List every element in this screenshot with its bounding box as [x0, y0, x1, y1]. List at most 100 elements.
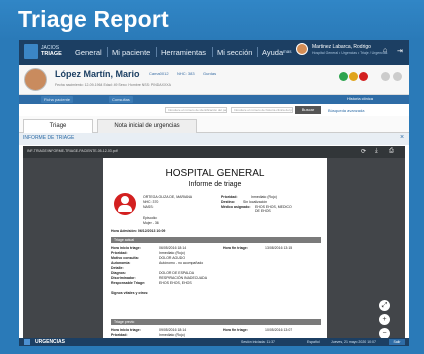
inicio-value: 06/05/2016 18:14: [159, 246, 187, 250]
nav-divider: [212, 47, 213, 57]
patient-name: López Martín, Mario: [55, 69, 140, 79]
status-dot-green[interactable]: [339, 72, 348, 81]
triage-previo-band: Triage previo: [111, 319, 321, 325]
user-avatar[interactable]: [296, 43, 308, 55]
medico-label: Médico asignado:: [221, 205, 251, 209]
responsable-value: EHOS EHOS, EHOS: [159, 281, 192, 285]
nhc-search-input[interactable]: Introduce el número de historia clínica …: [231, 107, 293, 113]
prioridad-value: Inmediato (Rojo): [251, 195, 277, 199]
close-icon[interactable]: ×: [400, 134, 404, 141]
motivo-value: DOLOR AGUDO: [159, 256, 186, 260]
status-dot-amber[interactable]: [349, 72, 358, 81]
nav-more[interactable]: mas: [283, 49, 292, 54]
doc-age: Mujer - 36: [143, 221, 159, 225]
session-time: Sesión iniciada: 11:37: [241, 340, 275, 344]
tab-triage[interactable]: Triage: [23, 119, 93, 133]
patient-avatar: [24, 68, 47, 91]
home-icon[interactable]: ⌂: [383, 47, 387, 54]
print-icon[interactable]: [393, 72, 402, 81]
nav-mi-paciente[interactable]: Mi paciente: [112, 48, 150, 57]
nav-divider: [107, 47, 108, 57]
pdf-viewer: INF-TRIAGE/INFORME-TRIAGE-PACIENTE-05-12…: [23, 146, 405, 339]
patient-demographics: Fecha nacimiento: 12-09-1964 Edad: 49 Se…: [55, 83, 171, 87]
historia-clinica-link[interactable]: Historia clínica: [347, 96, 373, 103]
nav-mi-seccion[interactable]: Mi sección: [217, 48, 252, 57]
inicio-label: Hora inicio triage:: [111, 246, 141, 250]
medico-value-2: DE EHOS: [255, 209, 271, 213]
responsable-label: Responsable Triage:: [111, 281, 146, 285]
patient-photo-icon: [114, 193, 136, 215]
consultas-button[interactable]: Consultas: [109, 96, 133, 103]
print-icon[interactable]: ⎙: [389, 148, 394, 155]
nav-divider: [156, 47, 157, 57]
patient-subbar: Ficha paciente Consultas Historia clínic…: [19, 95, 409, 104]
status-dot-red[interactable]: [359, 72, 368, 81]
pdf-toolbar: INF-TRIAGE/INFORME-TRIAGE-PACIENTE-05-12…: [23, 146, 405, 158]
pdf-filename: INF-TRIAGE/INFORME-TRIAGE-PACIENTE-05-12…: [27, 149, 118, 153]
report-section-title: INFORME DE TRIAGE: [23, 135, 75, 141]
tab-nota-inicial[interactable]: Nota inicial de urgencias: [97, 119, 197, 133]
page-fit-icon[interactable]: ⤢: [379, 300, 390, 311]
nav-general[interactable]: General: [75, 48, 102, 57]
user-context: Hospital General • Urgencias • Triaje / …: [312, 51, 388, 55]
app-logo-text: JACIOS TRIAGE: [41, 45, 62, 57]
prioridad2-label: Prioridad:: [111, 251, 128, 255]
rotate-icon[interactable]: ⟳: [361, 148, 366, 155]
logout-icon[interactable]: ⇥: [397, 47, 403, 55]
patient-search-row: Introduce el número de identificación de…: [19, 104, 409, 116]
inicio2-label: Hora inicio triage:: [111, 328, 141, 332]
prioridad3-label: Prioridad:: [111, 333, 128, 337]
language[interactable]: Español: [307, 340, 320, 344]
ward-chip: Gurdas: [203, 71, 217, 76]
top-navigation-bar: JACIOS TRIAGE General Mi paciente Herrami…: [19, 40, 409, 65]
module-label: URGENCIAS: [35, 339, 66, 345]
zoom-in-icon[interactable]: +: [379, 314, 390, 325]
advanced-search-link[interactable]: Búsqueda avanzada: [328, 108, 364, 113]
autonomia-label: Autonomía:: [111, 261, 131, 265]
hospital-name: HOSPITAL GENERAL: [165, 168, 265, 179]
pdf-page: HOSPITAL GENERAL Informe de triage ORTEG…: [103, 158, 327, 338]
signos-label: Signos vitales y otros:: [111, 291, 149, 295]
discriminador-value: RESPIRACIÓN INADECUADA: [159, 276, 208, 280]
current-date: Jueves, 21 mayo 2020 10:07: [331, 340, 376, 344]
exit-button[interactable]: Salir: [389, 339, 405, 345]
doc-nass: NASS:: [143, 205, 154, 209]
nav-divider: [257, 47, 258, 57]
nav-ayuda[interactable]: Ayuda: [262, 48, 283, 57]
ficha-paciente-button[interactable]: Ficha paciente: [41, 96, 74, 103]
options-icon[interactable]: [381, 72, 390, 81]
download-icon[interactable]: ⤓: [375, 148, 378, 155]
destino-label: Destino:: [221, 200, 235, 204]
search-button[interactable]: Buscar: [295, 106, 321, 114]
report-subtitle: Informe de triage: [188, 181, 242, 188]
diagnosis-label: Diagnos:: [111, 271, 126, 275]
report-banner: Triage Report: [0, 0, 424, 40]
inicio2-value: 09/05/2016 18:14: [159, 328, 187, 332]
autonomia-value: Autónomo - no acompañado: [159, 261, 204, 265]
admision: Hora Admisión: 06/12/2013 10:09: [111, 229, 166, 233]
patient-header: López Martín, Mario Cama0012 NHC: 383 Gu…: [19, 65, 409, 95]
fin2-value: 10/05/2016 13:07: [265, 328, 293, 332]
doc-nhc: NHC: 370: [143, 200, 159, 204]
id-search-input[interactable]: Introduce el número de identificación de…: [165, 107, 227, 113]
nav-herramientas[interactable]: Herramientas: [161, 48, 206, 57]
prioridad2-value: Inmediato (Rojo): [159, 251, 185, 255]
nhc-chip: NHC: 383: [177, 71, 195, 76]
report-title: Triage Report: [18, 6, 169, 32]
app-logo-icon[interactable]: [24, 44, 38, 59]
app-window: JACIOS TRIAGE General Mi paciente Herrami…: [19, 40, 409, 346]
detalle-label: Detalle:: [111, 266, 124, 270]
doc-patient-name: ORTEGA OLIZA DE, MARIANA: [143, 195, 193, 199]
fin-label: Hora fin triage:: [223, 246, 248, 250]
user-name: Martinez Labarca, Rodrigo: [312, 44, 371, 50]
fin-value: 13/08/2016 13:15: [265, 246, 293, 250]
bed-chip: Cama0012: [149, 71, 169, 76]
tab-strip: Triage Nota inicial de urgencias: [19, 116, 409, 133]
diagnosis-value: DOLOR DE ESPALDA: [159, 271, 195, 275]
destino-value: Sin localización: [243, 200, 268, 204]
prioridad-label: Prioridad:: [221, 195, 238, 199]
report-section-header: INFORME DE TRIAGE ×: [19, 133, 409, 145]
status-bar: URGENCIAS Sesión iniciada: 11:37 Español…: [19, 338, 409, 346]
module-icon: [24, 339, 30, 345]
triage-actual-band: Triage actual: [111, 237, 321, 243]
